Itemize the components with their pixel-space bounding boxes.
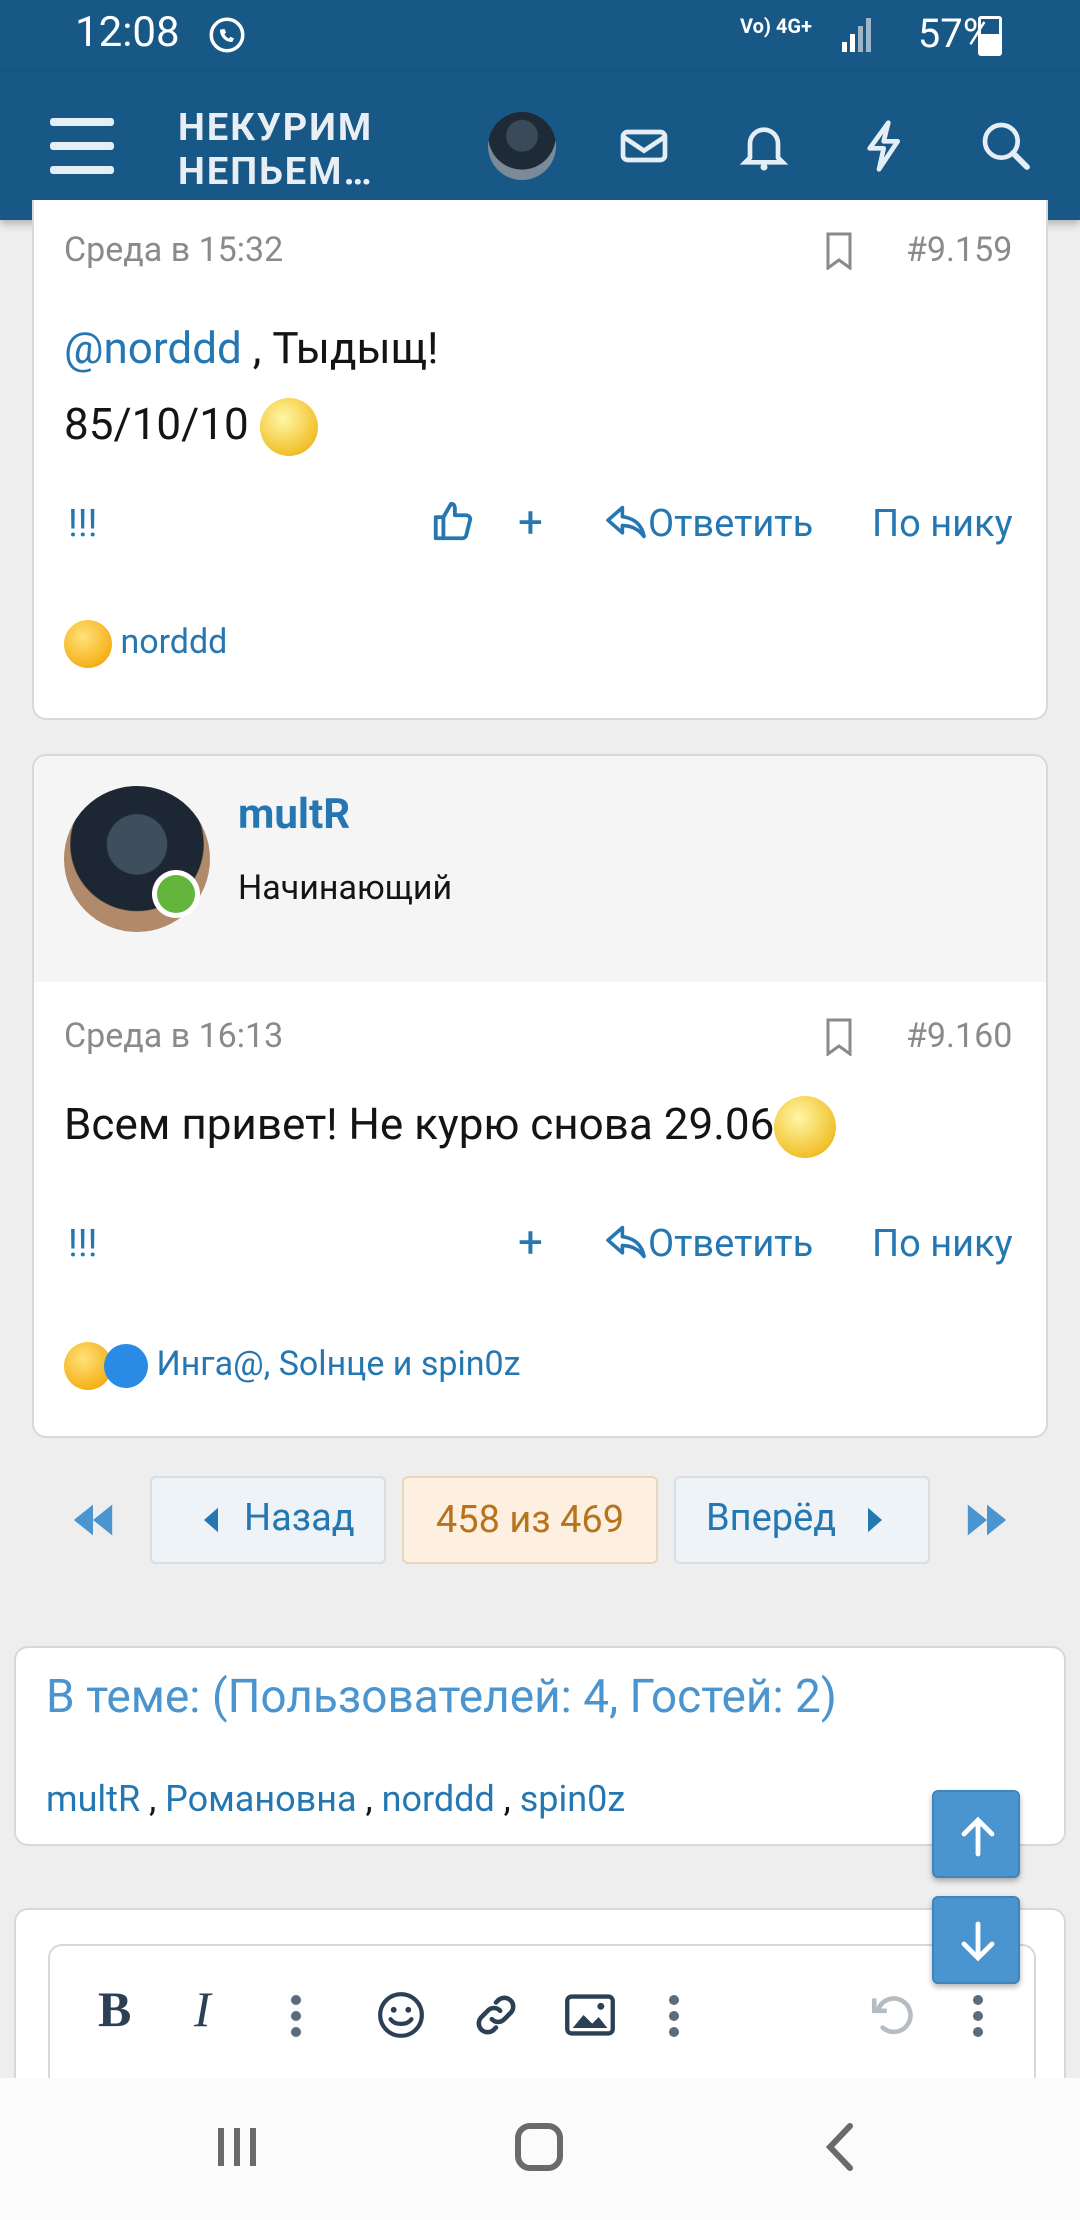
- reply-label: Ответить: [648, 502, 814, 546]
- prev-page-button[interactable]: Назад: [150, 1476, 386, 1564]
- status-bar: 12:08 Vo) 4G+ 57%: [0, 0, 1080, 72]
- post-time[interactable]: Среда в 16:13: [64, 1016, 283, 1056]
- italic-icon[interactable]: I: [194, 1980, 211, 2038]
- signal-icon: [840, 14, 874, 58]
- prev-label: Назад: [244, 1496, 355, 1540]
- bookmark-icon[interactable]: [824, 1018, 854, 1057]
- reactions-bar[interactable]: norddd: [64, 620, 227, 668]
- user-mention[interactable]: @norddd: [64, 322, 242, 374]
- grin-emoji-icon: [259, 398, 318, 457]
- mail-icon[interactable]: [616, 118, 672, 174]
- post-message: @norddd , Тыдыщ! 85/10/10: [64, 310, 1014, 462]
- reactions-list[interactable]: Инга@, Solнце и spin0z: [156, 1344, 520, 1384]
- post-author-title: Начинающий: [238, 868, 453, 908]
- back-icon[interactable]: [820, 2120, 860, 2178]
- more-options-icon[interactable]: [668, 1994, 680, 2042]
- search-icon[interactable]: [978, 118, 1034, 174]
- logo-line-1: НЕКУРИМ: [178, 106, 374, 150]
- reply-button[interactable]: Ответить: [604, 1222, 813, 1266]
- online-user[interactable]: spin0z: [520, 1778, 626, 1820]
- heart-eyes-emoji-icon: [64, 620, 112, 668]
- message-line-2: 85/10/10: [64, 386, 1014, 462]
- post-number[interactable]: #9.160: [906, 1016, 1012, 1056]
- online-user[interactable]: norddd: [382, 1778, 495, 1820]
- reply-label: Ответить: [648, 1222, 814, 1266]
- undo-icon[interactable]: [868, 1990, 918, 2044]
- scroll-down-button[interactable]: [932, 1896, 1020, 1984]
- reply-button[interactable]: Ответить: [604, 502, 813, 546]
- plus-button[interactable]: +: [518, 1216, 543, 1268]
- bold-icon[interactable]: B: [98, 1980, 131, 2038]
- status-time: 12:08: [75, 8, 180, 57]
- emoji-icon[interactable]: [376, 1990, 426, 2044]
- home-icon[interactable]: [512, 2120, 566, 2178]
- by-nick-button[interactable]: По нику: [872, 502, 1013, 546]
- scroll-up-button[interactable]: [932, 1790, 1020, 1878]
- message-text: , Тыдыщ!: [241, 322, 439, 374]
- report-link[interactable]: !!!: [68, 502, 97, 546]
- logo-line-2: НЕПЬЕМ…: [178, 150, 374, 194]
- post-author-name[interactable]: multR: [238, 790, 350, 839]
- recent-apps-icon[interactable]: [212, 2122, 262, 2176]
- online-users-block: В теме: (Пользователей: 4, Гостей: 2) mu…: [14, 1646, 1066, 1846]
- online-title: В теме: (Пользователей: 4, Гостей: 2): [46, 1670, 837, 1724]
- user-avatar[interactable]: [488, 112, 556, 180]
- battery-icon: [978, 16, 1002, 56]
- smile-emoji-icon: [774, 1096, 837, 1159]
- post-card: multR Начинающий Среда в 16:13 #9.160 Вс…: [32, 754, 1048, 1438]
- top-navigation: НЕКУРИМ НЕПЬЕМ…: [0, 72, 1080, 220]
- image-icon[interactable]: [564, 1992, 616, 2042]
- bell-icon[interactable]: [736, 118, 792, 174]
- post-time[interactable]: Среда в 15:32: [64, 230, 283, 270]
- thumbs-up-emoji-icon: [104, 1344, 148, 1388]
- reactions-bar[interactable]: Инга@, Solнце и spin0z: [64, 1342, 521, 1390]
- post-number[interactable]: #9.159: [906, 230, 1012, 270]
- online-status-icon: [152, 870, 200, 918]
- message-line-1: @norddd , Тыдыщ!: [64, 310, 1014, 386]
- next-label: Вперёд: [706, 1496, 837, 1540]
- whatsapp-icon: [206, 14, 248, 60]
- link-icon[interactable]: [470, 1990, 522, 2044]
- post-card: Среда в 15:32 #9.159 @norddd , Тыдыщ! 85…: [32, 200, 1048, 720]
- like-icon[interactable]: [430, 498, 476, 548]
- last-page-icon[interactable]: [964, 1500, 1010, 1544]
- system-navigation-bar: [0, 2078, 1080, 2220]
- first-page-icon[interactable]: [70, 1500, 116, 1544]
- message-score: 85/10/10: [64, 398, 249, 450]
- post-message: Всем привет! Не курю снова 29.06: [64, 1086, 1024, 1162]
- online-users-list: multR , Романовна , norddd , spin0z: [46, 1778, 626, 1820]
- by-nick-button[interactable]: По нику: [872, 1222, 1013, 1266]
- site-logo[interactable]: НЕКУРИМ НЕПЬЕМ…: [178, 106, 374, 194]
- current-page[interactable]: 458 из 469: [402, 1476, 658, 1564]
- plus-button[interactable]: +: [518, 496, 543, 548]
- lightning-icon[interactable]: [858, 118, 914, 174]
- message-text: Всем привет! Не курю снова 29.06: [64, 1098, 775, 1150]
- more-options-icon[interactable]: [972, 1994, 984, 2042]
- next-page-button[interactable]: Вперёд: [674, 1476, 930, 1564]
- more-options-icon[interactable]: [290, 1994, 302, 2042]
- menu-icon[interactable]: [50, 118, 114, 174]
- user-block: multR Начинающий: [34, 756, 1046, 982]
- online-user[interactable]: multR: [46, 1778, 140, 1820]
- reactions-list[interactable]: norddd: [120, 622, 227, 662]
- online-user[interactable]: Романовна: [165, 1778, 357, 1820]
- report-link[interactable]: !!!: [68, 1222, 97, 1266]
- network-indicator: Vo) 4G+: [740, 14, 812, 38]
- bookmark-icon[interactable]: [824, 232, 854, 271]
